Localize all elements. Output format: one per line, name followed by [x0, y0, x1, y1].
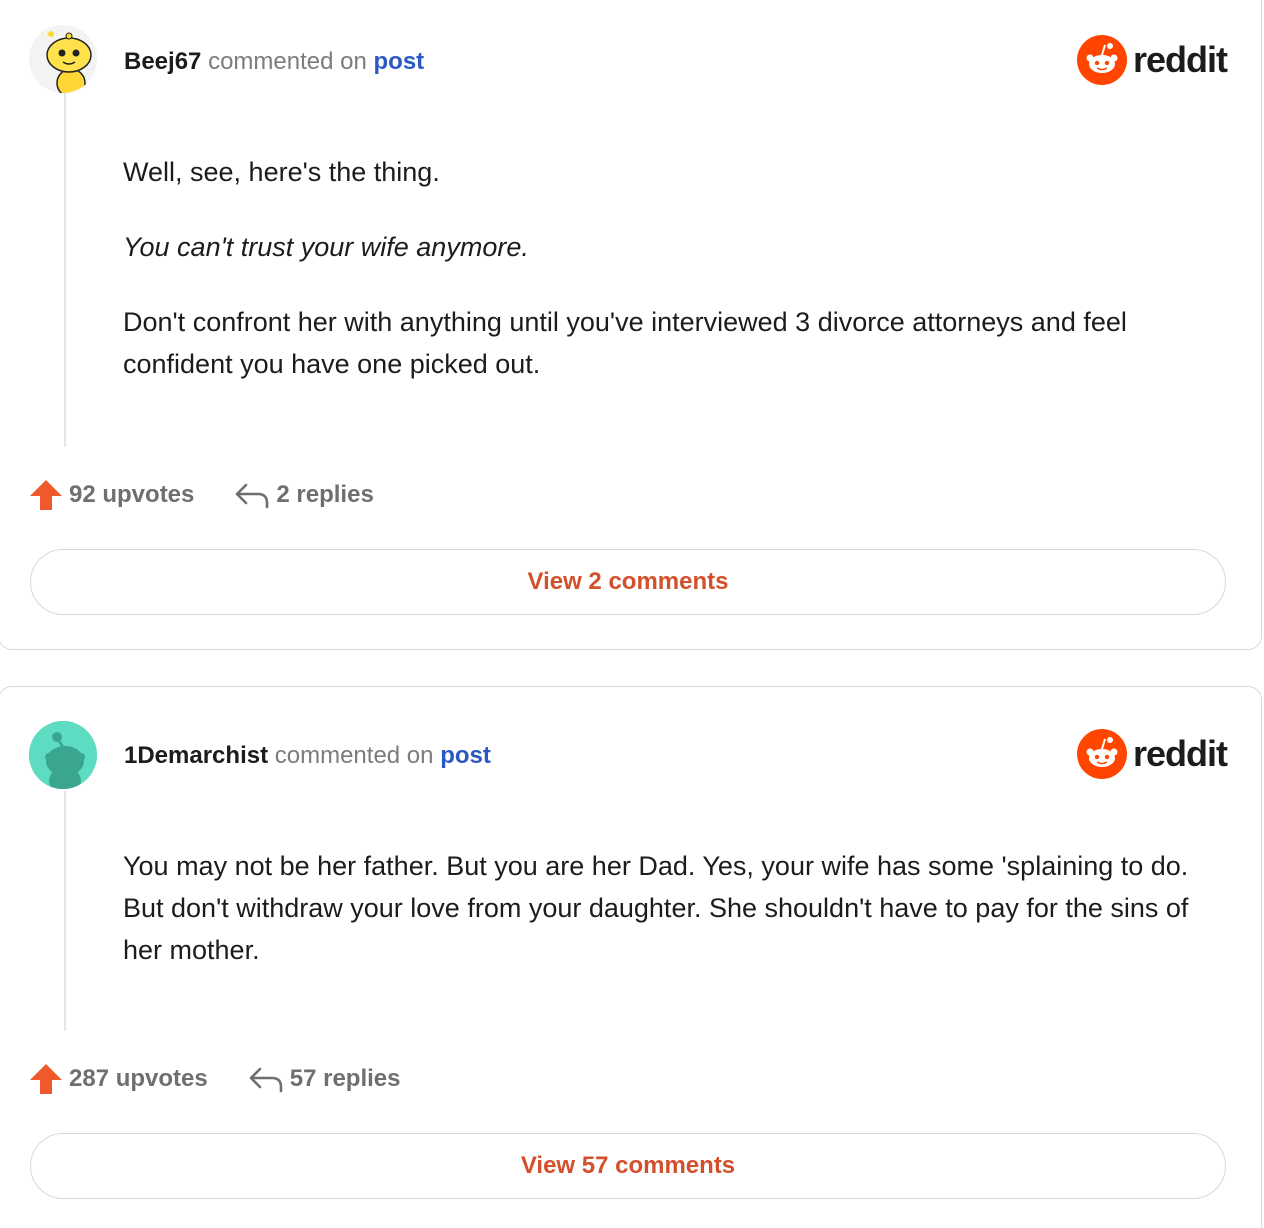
comment-stats: 287 upvotes 57 replies [29, 1063, 400, 1095]
snoo-avatar-icon [29, 721, 97, 789]
reply-arrow-icon [249, 1067, 283, 1093]
action-text: commented on [274, 742, 434, 769]
comment-meta: Beej67 commented on post [124, 48, 424, 76]
thread-line [64, 91, 66, 447]
comment-meta: 1Demarchist commented on post [124, 742, 491, 770]
reddit-logo[interactable]: reddit [1076, 729, 1228, 779]
avatar[interactable] [29, 25, 97, 93]
comment-paragraph: You may not be her father. But you are h… [123, 851, 1189, 965]
post-link[interactable]: post [374, 48, 425, 75]
comment-stats: 92 upvotes 2 replies [29, 479, 374, 511]
username[interactable]: 1Demarchist [124, 742, 268, 769]
view-comments-button[interactable]: View 2 comments [30, 549, 1226, 615]
upvotes-label: 92 upvotes [69, 481, 195, 508]
avatar[interactable] [29, 721, 97, 789]
comment-body: You may not be her father. But you are h… [123, 845, 1203, 1004]
comment-paragraph: Don't confront her with anything until y… [123, 307, 1127, 379]
arrow-up-icon [30, 1064, 62, 1094]
arrow-up-icon [30, 480, 62, 510]
username[interactable]: Beej67 [124, 48, 201, 75]
view-comments-button[interactable]: View 57 comments [30, 1133, 1226, 1199]
reddit-wordmark: reddit [1132, 39, 1228, 80]
comment-card: Beej67 commented on post reddit Well, se… [0, 0, 1262, 650]
reply-count[interactable]: 2 replies [234, 481, 374, 509]
reddit-snoo-icon [1076, 729, 1127, 779]
comment-paragraph: Well, see, here's the thing. [123, 157, 440, 187]
upvote-count[interactable]: 287 upvotes [29, 1063, 208, 1095]
post-link[interactable]: post [440, 742, 491, 769]
comment-card: 1Demarchist commented on post reddit You… [0, 686, 1262, 1228]
reddit-snoo-icon [1076, 35, 1127, 85]
reply-arrow-icon [236, 483, 269, 509]
replies-label: 2 replies [276, 481, 374, 508]
thread-line [64, 791, 66, 1031]
upvote-count[interactable]: 92 upvotes [29, 479, 194, 511]
upvotes-label: 287 upvotes [69, 1065, 208, 1092]
reply-count[interactable]: 57 replies [248, 1065, 401, 1093]
comment-body: Well, see, here's the thing. You can't t… [123, 151, 1203, 418]
action-text: commented on [208, 48, 367, 75]
reddit-logo[interactable]: reddit [1076, 35, 1228, 85]
snoo-avatar-icon [29, 25, 97, 93]
replies-label: 57 replies [289, 1065, 401, 1092]
comment-paragraph: You can't trust your wife anymore. [123, 232, 529, 262]
reddit-wordmark: reddit [1132, 733, 1228, 774]
